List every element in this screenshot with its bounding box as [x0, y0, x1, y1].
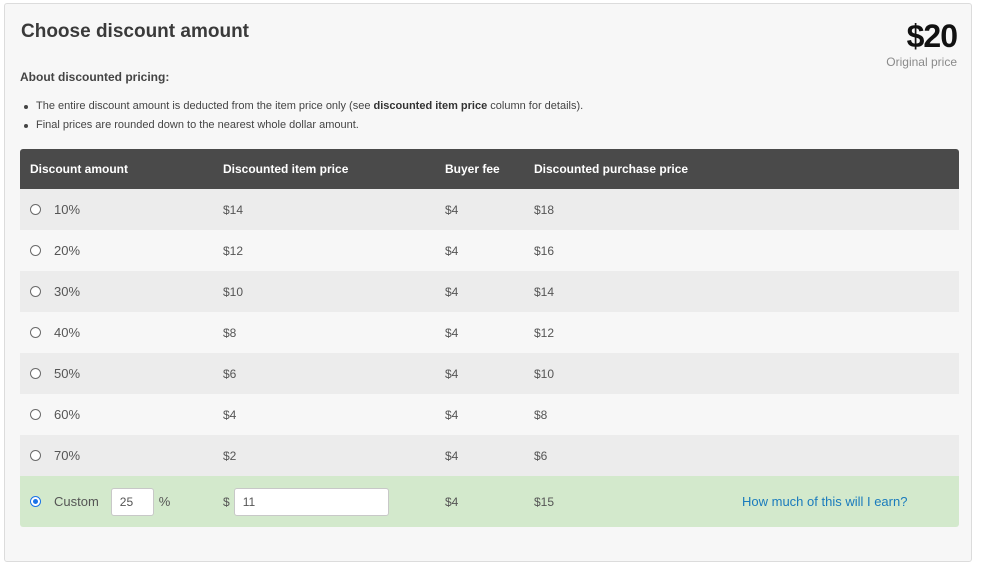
buyer-fee-cell: $4: [445, 325, 459, 340]
note-item: Final prices are rounded down to the nea…: [20, 116, 583, 135]
page-title: Choose discount amount: [21, 21, 249, 42]
item-price-cell: $6: [223, 366, 237, 381]
item-price-cell: $8: [223, 325, 237, 340]
original-price-label: Original price: [886, 55, 957, 69]
buyer-fee-cell: $4: [445, 284, 459, 299]
item-price-cell: $10: [223, 284, 244, 299]
table-row[interactable]: 30% $10 $4 $14: [20, 271, 959, 312]
discount-radio[interactable]: [30, 204, 41, 215]
buyer-fee-cell: $4: [445, 448, 459, 463]
original-price-box: $20 Original price: [886, 18, 958, 69]
purchase-price-cell: $6: [534, 448, 548, 463]
table-row[interactable]: 40% $8 $4 $12: [20, 312, 959, 353]
purchase-price-cell: $12: [534, 325, 555, 340]
discount-table: Discount amount Discounted item price Bu…: [20, 149, 959, 527]
discount-panel: Choose discount amount $20 Original pric…: [4, 3, 972, 562]
discount-cell: 10%: [30, 189, 80, 230]
discount-cell: 40%: [30, 312, 80, 353]
note-text: The entire discount amount is deducted f…: [36, 100, 374, 112]
table-row-custom[interactable]: Custom % $ $4 $15 How much of this will …: [20, 476, 959, 527]
note-bold: discounted item price: [373, 100, 488, 112]
discount-radio[interactable]: [30, 245, 41, 256]
discount-label: 50%: [54, 366, 81, 381]
discount-cell: 30%: [30, 271, 80, 312]
discount-cell: 50%: [30, 353, 80, 394]
table-row[interactable]: 60% $4 $4 $8: [20, 394, 959, 435]
table-row[interactable]: 20% $12 $4 $16: [20, 230, 959, 271]
discount-radio[interactable]: [30, 450, 41, 461]
original-price: $20: [906, 18, 958, 54]
discount-cell: 70%: [30, 435, 80, 476]
percent-sign: %: [158, 494, 171, 509]
purchase-price-cell: $18: [534, 202, 555, 217]
discount-label: 20%: [54, 243, 81, 258]
buyer-fee-cell: $4: [445, 366, 459, 381]
table-row[interactable]: 70% $2 $4 $6: [20, 435, 959, 476]
custom-percent-input[interactable]: [110, 487, 154, 516]
discount-label: 10%: [54, 202, 81, 217]
header-buyer-fee: Buyer fee: [445, 162, 500, 176]
currency-sign: $: [223, 494, 230, 509]
custom-price-input[interactable]: [233, 487, 389, 516]
earnings-help-link[interactable]: How much of this will I earn?: [742, 476, 907, 527]
table-row[interactable]: 10% $14 $4 $18: [20, 189, 959, 230]
discount-cell: 60%: [30, 394, 80, 435]
discount-radio[interactable]: [30, 327, 41, 338]
custom-discount-radio[interactable]: [30, 496, 41, 507]
buyer-fee-cell: $4: [445, 243, 459, 258]
buyer-fee-cell: $4: [445, 407, 459, 422]
discount-radio[interactable]: [30, 409, 41, 420]
header-discounted-purchase-price: Discounted purchase price: [534, 162, 689, 176]
discount-label: 70%: [54, 448, 81, 463]
discount-label: 30%: [54, 284, 81, 299]
note-item: The entire discount amount is deducted f…: [20, 97, 583, 116]
discount-label: 40%: [54, 325, 81, 340]
custom-label: Custom: [54, 494, 99, 509]
header-discounted-item-price: Discounted item price: [223, 162, 349, 176]
about-heading: About discounted pricing:: [20, 70, 170, 84]
custom-discount-cell: Custom %: [30, 476, 170, 527]
discount-radio[interactable]: [30, 286, 41, 297]
purchase-price-cell: $16: [534, 243, 555, 258]
purchase-price-cell: $15: [534, 494, 555, 509]
note-text: column for details).: [487, 100, 584, 112]
buyer-fee-cell: $4: [445, 494, 459, 509]
item-price-cell: $2: [223, 448, 237, 463]
discount-label: 60%: [54, 407, 81, 422]
custom-item-price-cell: $: [223, 476, 389, 527]
table-header: Discount amount Discounted item price Bu…: [20, 149, 959, 189]
purchase-price-cell: $14: [534, 284, 555, 299]
item-price-cell: $14: [223, 202, 244, 217]
header-discount-amount: Discount amount: [30, 162, 128, 176]
item-price-cell: $12: [223, 243, 244, 258]
buyer-fee-cell: $4: [445, 202, 459, 217]
pricing-notes: The entire discount amount is deducted f…: [20, 97, 583, 135]
discount-radio[interactable]: [30, 368, 41, 379]
purchase-price-cell: $10: [534, 366, 555, 381]
discount-cell: 20%: [30, 230, 80, 271]
item-price-cell: $4: [223, 407, 237, 422]
table-row[interactable]: 50% $6 $4 $10: [20, 353, 959, 394]
purchase-price-cell: $8: [534, 407, 548, 422]
